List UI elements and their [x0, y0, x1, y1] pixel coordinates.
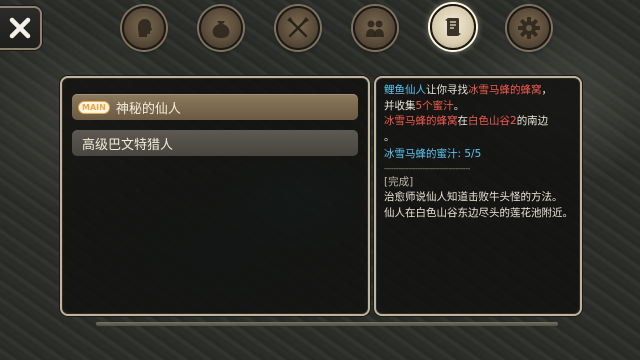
close-icon [9, 17, 31, 39]
desc-text: 让你寻找 [426, 84, 468, 96]
tab-bag[interactable] [199, 6, 243, 50]
bag-icon [212, 21, 230, 38]
quest-progress: 冰雪马蜂的蜜汁: 5/5 [384, 148, 482, 160]
quest-item-mysterious-immortal[interactable]: MAIN 神秘的仙人 [72, 94, 358, 120]
main-quest-badge: MAIN [78, 100, 110, 114]
quest-detail-panel: 鲤鱼仙人让你寻找冰雪马蜂的蜂窝， 并收集5个蜜汁。 冰雪马蜂的蜂窝在白色山谷2的… [374, 76, 582, 316]
location-name: 白色山谷2 [468, 115, 517, 127]
tab-quest[interactable] [430, 4, 476, 50]
target-item: 冰雪马蜂的蜂窝 [384, 115, 458, 127]
quest-list-panel: MAIN 神秘的仙人 高级巴文特猎人 [60, 76, 370, 316]
target-item: 冰雪马蜂的蜂窝 [468, 84, 542, 96]
quest-hint-2: 仙人在白色山谷东边尽头的莲花池附近。 [384, 206, 573, 219]
quest-item-advanced-hunter[interactable]: 高级巴文特猎人 [72, 130, 358, 156]
quest-status: [完成] [384, 175, 414, 188]
gear-icon [518, 17, 540, 39]
tab-character[interactable] [122, 6, 166, 50]
divider: ------------------------------------ [384, 163, 470, 173]
head-icon [138, 19, 152, 37]
quest-hint-1: 治愈师说仙人知道击败牛头怪的方法。 [384, 191, 563, 203]
swords-icon [287, 17, 309, 38]
quest-title: 神秘的仙人 [115, 101, 181, 117]
tab-skills[interactable] [276, 6, 320, 50]
quest-description: 鲤鱼仙人让你寻找冰雪马蜂的蜂窝， 并收集5个蜜汁。 冰雪马蜂的蜂窝在白色山谷2的… [384, 83, 574, 221]
target-count: 5个蜜汁 [415, 99, 454, 112]
desc-text: ， [541, 84, 553, 96]
desc-text: 的南边 [516, 115, 549, 127]
quest-title: 高级巴文特猎人 [82, 137, 174, 153]
desc-text: 。 [384, 130, 395, 143]
desc-text: 。 [453, 99, 465, 112]
npc-name: 鲤鱼仙人 [384, 84, 426, 96]
close-button[interactable] [0, 6, 42, 50]
desc-text: 并收集 [384, 99, 416, 112]
people-icon [366, 20, 384, 37]
scroll-icon [445, 18, 461, 36]
tab-settings[interactable] [507, 6, 551, 50]
desc-text: 在 [457, 115, 469, 127]
bottom-bar [96, 322, 558, 326]
tab-community[interactable] [353, 6, 397, 50]
